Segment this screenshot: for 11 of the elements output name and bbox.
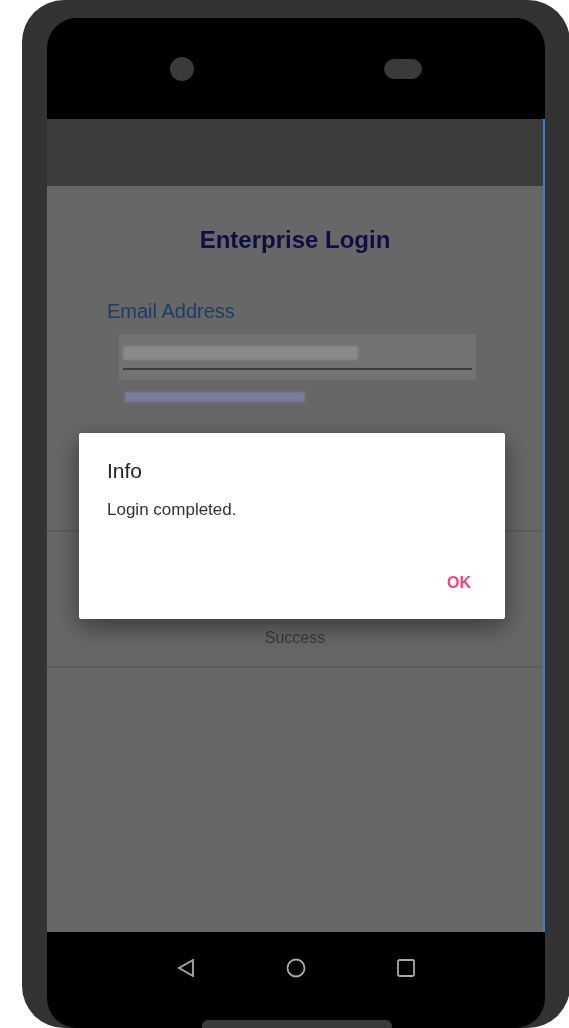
speaker-icon [384, 58, 422, 79]
screen-title: Enterprise Login [198, 225, 392, 255]
back-icon[interactable] [177, 958, 196, 978]
home-icon[interactable] [286, 958, 306, 978]
ok-button[interactable]: OK [439, 567, 479, 599]
dialog-message: Login completed. [107, 498, 238, 521]
recents-icon[interactable] [396, 959, 415, 977]
dialog-title: Info [107, 458, 144, 484]
camera-icon [170, 56, 194, 81]
field-label: Email Address [107, 299, 236, 324]
email-field[interactable] [119, 334, 476, 380]
